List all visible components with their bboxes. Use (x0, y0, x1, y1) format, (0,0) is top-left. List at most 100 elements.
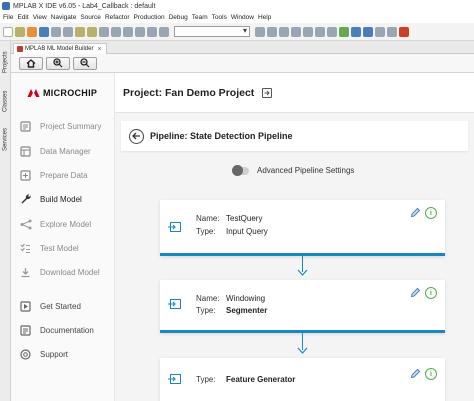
zoom-in-button[interactable] (46, 56, 70, 70)
new-file-icon[interactable] (3, 26, 13, 37)
info-icon[interactable]: i (425, 287, 437, 299)
attach-icon[interactable] (315, 26, 325, 37)
sidebar-item-support[interactable]: Support (19, 346, 115, 362)
pencil-icon[interactable] (410, 207, 421, 218)
tool-icon-3[interactable] (399, 26, 409, 37)
sidebar-item-get-started[interactable]: Get Started (19, 298, 115, 314)
clean-icon[interactable] (279, 26, 289, 37)
menu-file[interactable]: File (3, 14, 13, 21)
menu-production[interactable]: Production (134, 14, 165, 21)
step-type-row: Type: Segmenter (196, 306, 267, 315)
services-tab[interactable]: Services (1, 121, 10, 157)
sidebar-item-download-model[interactable]: Download Model (19, 264, 115, 280)
model-builder-app: MICROCHIP Project Summary Data Manager P… (11, 73, 474, 401)
menu-view[interactable]: View (33, 14, 47, 21)
info-icon[interactable]: i (425, 368, 437, 380)
program-icon[interactable] (111, 26, 121, 37)
advanced-settings-toggle[interactable] (232, 164, 249, 176)
menu-edit[interactable]: Edit (17, 14, 28, 21)
pipeline-title: Pipeline: State Detection Pipeline (150, 131, 293, 141)
menu-refactor[interactable]: Refactor (105, 14, 130, 21)
make-icon[interactable] (99, 26, 109, 37)
open-project-icon[interactable] (262, 87, 273, 98)
close-icon[interactable]: × (97, 46, 101, 53)
sidebar-item-documentation[interactable]: Documentation (19, 322, 115, 338)
step-type-row: Type: Feature Generator (196, 375, 295, 384)
pencil-icon[interactable] (410, 287, 421, 298)
mplab-harmony-icon[interactable] (351, 26, 361, 37)
back-button[interactable] (129, 128, 144, 144)
info-icon[interactable]: i (425, 207, 437, 219)
side-dock: Projects Classes Services (0, 41, 11, 401)
pencil-icon[interactable] (410, 368, 421, 379)
classes-tab[interactable]: Classes (1, 85, 10, 117)
model-builder-tab-label: MPLAB ML Model Builder (25, 46, 94, 52)
sidebar-item-project-summary[interactable]: Project Summary (19, 118, 115, 134)
ml-model-builder-icon[interactable] (363, 26, 373, 37)
clean-build-icon[interactable] (87, 26, 97, 37)
wrench-icon (19, 193, 32, 205)
app-logo-icon (2, 2, 10, 10)
chevron-down-icon (297, 269, 308, 276)
advanced-settings-label: Advanced Pipeline Settings (257, 166, 355, 175)
microchip-logo: MICROCHIP (27, 87, 97, 98)
read-icon[interactable] (123, 26, 133, 37)
step-name-key: Name: (196, 294, 220, 303)
microchip-logo-icon (27, 89, 40, 97)
redo-icon[interactable] (63, 26, 73, 37)
home-button[interactable] (19, 56, 43, 70)
menu-help[interactable]: Help (258, 14, 271, 21)
test-icon (19, 242, 32, 254)
explore-icon (19, 218, 32, 230)
model-builder-tab[interactable]: MPLAB ML Model Builder × (13, 43, 107, 54)
tool-icon-2[interactable] (387, 26, 397, 37)
debug-project-icon[interactable] (159, 26, 169, 37)
menu-source[interactable]: Source (80, 14, 101, 21)
pipeline-step-feature-generator[interactable]: Type: Feature Generator i (160, 358, 445, 401)
step-feature-icon (168, 374, 181, 384)
debug-main-icon[interactable] (147, 26, 157, 37)
sidebar-item-data-manager[interactable]: Data Manager (19, 143, 115, 159)
run-icon[interactable] (291, 26, 301, 37)
step-type-value: Input Query (226, 227, 268, 236)
sidebar-item-prepare-data[interactable]: Prepare Data (19, 167, 115, 183)
menu-navigate[interactable]: Navigate (51, 14, 77, 21)
menu-tools[interactable]: Tools (212, 14, 227, 21)
projects-tab[interactable]: Projects (1, 43, 10, 81)
sidebar-item-label: Documentation (40, 325, 94, 335)
step-type-value: Feature Generator (226, 375, 296, 384)
menu-team[interactable]: Team (192, 14, 208, 21)
hammer-icon[interactable] (267, 26, 277, 37)
debug-run-icon[interactable] (303, 26, 313, 37)
advanced-settings-row: Advanced Pipeline Settings (232, 164, 355, 176)
save-all-icon[interactable] (39, 26, 49, 37)
menu-window[interactable]: Window (231, 14, 254, 21)
zoom-out-button[interactable] (73, 56, 97, 70)
step-name-key: Name: (196, 214, 220, 223)
zoom-out-icon (80, 58, 90, 68)
step-input-icon (168, 222, 181, 232)
sidebar-item-explore-model[interactable]: Explore Model (19, 216, 115, 232)
step-type-key: Type: (196, 227, 216, 236)
menu-debug[interactable]: Debug (169, 14, 188, 21)
tool-icon-1[interactable] (375, 26, 385, 37)
settings-icon[interactable] (255, 26, 265, 37)
mplab-code-configurator-icon[interactable] (339, 26, 349, 37)
sidebar-item-test-model[interactable]: Test Model (19, 240, 115, 256)
main-toolbar (0, 23, 474, 41)
step-type-row: Type: Input Query (196, 227, 268, 236)
compile-icon[interactable] (327, 26, 337, 37)
configuration-select[interactable] (174, 26, 250, 37)
pipeline-step-segmenter[interactable]: Name: Windowing Type: Segmenter i (160, 280, 445, 333)
sidebar-item-build-model[interactable]: Build Model (19, 191, 115, 207)
build-icon[interactable] (75, 26, 85, 37)
open-project-icon[interactable] (27, 26, 37, 37)
hold-reset-icon[interactable] (135, 26, 145, 37)
sidebar: MICROCHIP Project Summary Data Manager P… (11, 73, 115, 401)
step-name-value: Windowing (226, 294, 266, 303)
pipeline-step-input-query[interactable]: Name: TestQuery Type: Input Query i (160, 200, 445, 256)
new-project-icon[interactable] (15, 26, 25, 37)
step-name-row: Name: Windowing (196, 294, 265, 303)
undo-icon[interactable] (51, 26, 61, 37)
sidebar-item-label: Build Model (40, 194, 82, 204)
